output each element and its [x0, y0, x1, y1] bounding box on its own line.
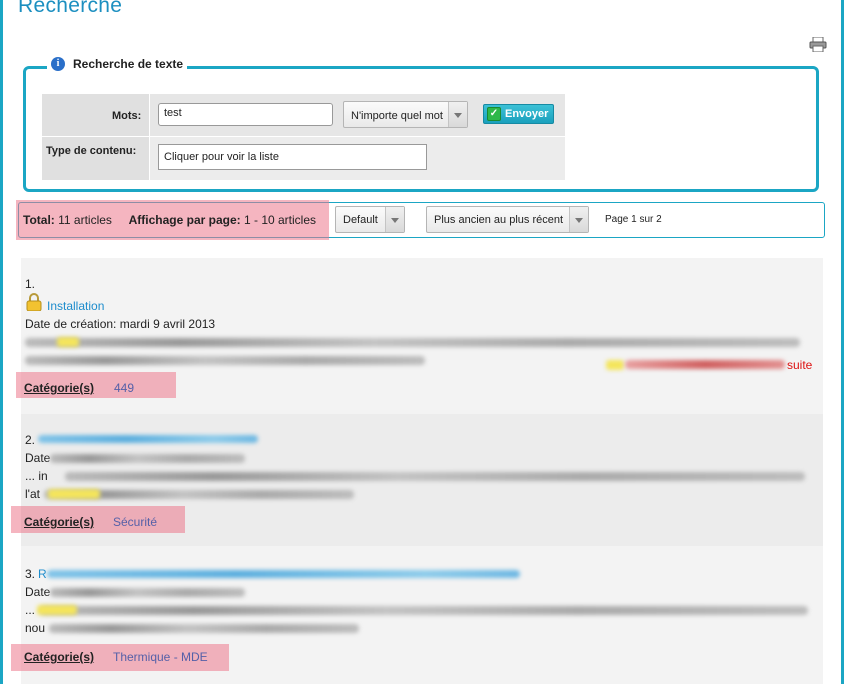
result-title-prefix[interactable]: R	[38, 567, 47, 581]
result-line3-prefix: nou	[25, 621, 46, 635]
category-label: Catégorie(s)	[24, 650, 95, 664]
result-number: 2.	[25, 433, 36, 447]
result-excerpt-line	[25, 356, 425, 365]
page-title: Recherche	[18, 0, 123, 17]
total-summary: Total: 11 articles Affichage par page: 1…	[23, 213, 316, 227]
chevron-down-icon	[385, 207, 404, 232]
highlight-match	[606, 360, 624, 370]
result-title-link-blurred[interactable]	[38, 435, 258, 443]
read-more-link[interactable]: suite	[787, 358, 812, 372]
highlight-match	[48, 489, 100, 499]
page-info: Page 1 sur 2	[605, 214, 662, 225]
per-page-label: Affichage par page:	[128, 213, 241, 227]
category-value[interactable]: Sécurité	[113, 515, 157, 529]
result-number: 1.	[25, 277, 36, 291]
result-date-blurred	[50, 588, 245, 597]
match-mode-select[interactable]: N'importe quel mot	[343, 101, 468, 128]
mots-input[interactable]: test	[158, 103, 333, 126]
sort-order-select[interactable]: Plus ancien au plus récent	[426, 206, 589, 233]
highlight-match	[37, 605, 77, 615]
category-value[interactable]: 449	[114, 381, 134, 395]
total-value: 11 articles	[58, 213, 112, 227]
category-label: Catégorie(s)	[24, 381, 95, 395]
search-legend: i Recherche de texte	[47, 57, 188, 71]
info-icon: i	[51, 57, 65, 71]
type-label: Type de contenu:	[46, 145, 137, 157]
send-button[interactable]: ✓ Envoyer	[483, 104, 554, 124]
result-number: 3.	[25, 567, 36, 581]
match-mode-value: N'importe quel mot	[351, 110, 443, 122]
total-label: Total:	[23, 213, 55, 227]
chevron-down-icon	[569, 207, 588, 232]
result-excerpt-line	[65, 472, 805, 481]
read-more-link-blurred[interactable]	[625, 360, 785, 369]
result-excerpt-line	[40, 606, 808, 615]
highlight-match	[57, 337, 79, 347]
sort-order-value: Plus ancien au plus récent	[434, 214, 564, 226]
per-page-value: 1 - 10 articles	[243, 213, 317, 227]
result-date-blurred	[50, 454, 245, 463]
sort-default-value: Default	[343, 214, 378, 226]
mots-label: Mots:	[112, 110, 142, 122]
search-legend-label: Recherche de texte	[73, 57, 184, 71]
result-excerpt-prefix: ...	[25, 603, 36, 617]
result-title-link[interactable]: Installation	[47, 299, 104, 313]
result-excerpt-prefix: ... in	[25, 469, 48, 483]
content-type-input[interactable]: Cliquer pour voir la liste	[158, 144, 427, 170]
print-icon[interactable]	[809, 37, 827, 52]
result-excerpt-line	[25, 338, 800, 347]
chevron-down-icon	[448, 102, 467, 127]
result-date-prefix: Date	[25, 451, 51, 465]
send-label: Envoyer	[505, 108, 549, 120]
label-cell	[42, 137, 150, 180]
lock-icon	[26, 293, 42, 311]
result-excerpt-line	[49, 624, 359, 633]
result-date: Date de création: mardi 9 avril 2013	[25, 317, 216, 331]
category-label: Catégorie(s)	[24, 515, 95, 529]
category-value[interactable]: Thermique - MDE	[113, 650, 208, 664]
sort-default-select[interactable]: Default	[335, 206, 405, 233]
result-title-link-blurred[interactable]	[47, 570, 520, 578]
result-line3-prefix: l'at	[25, 487, 40, 501]
result-date-prefix: Date	[25, 585, 51, 599]
check-icon: ✓	[487, 107, 501, 121]
